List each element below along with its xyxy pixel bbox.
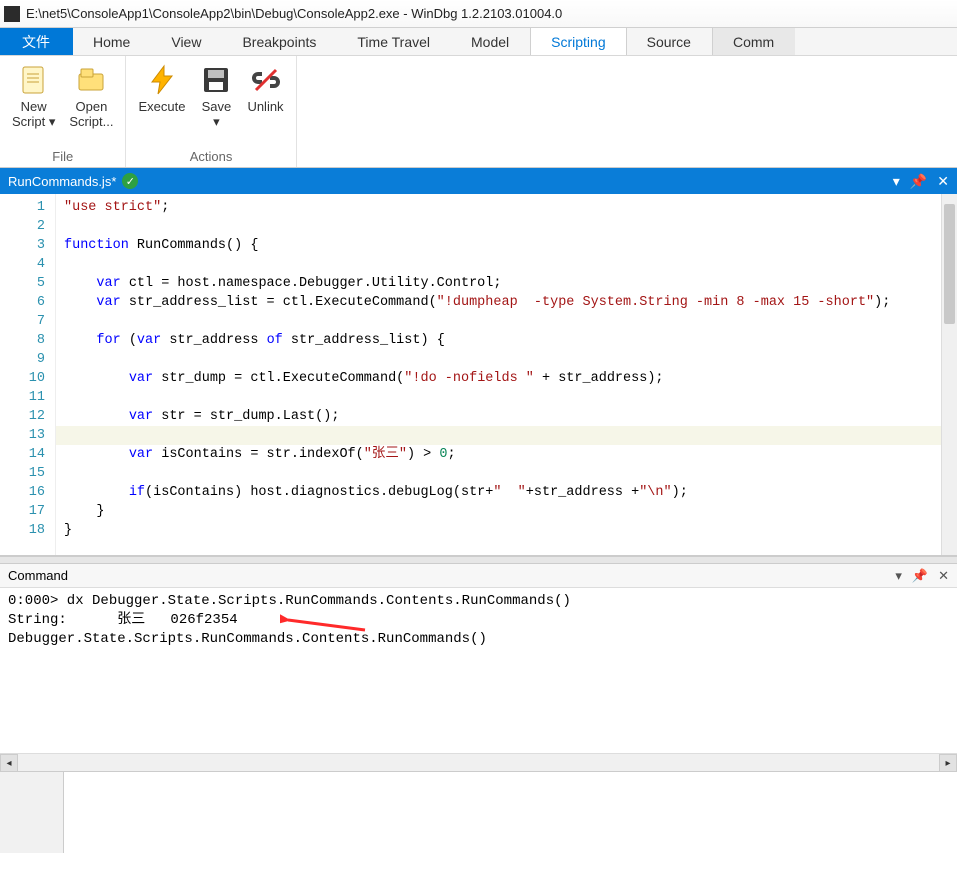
code-line[interactable]: var str_dump = ctl.ExecuteCommand("!do -… — [64, 369, 957, 388]
script-new-icon — [18, 64, 50, 96]
tab-scripting[interactable]: Scripting — [530, 28, 626, 55]
line-number: 17 — [0, 502, 45, 521]
code-line[interactable] — [56, 426, 957, 445]
code-line[interactable]: var str_address_list = ctl.ExecuteComman… — [64, 293, 957, 312]
line-number: 1 — [0, 198, 45, 217]
line-number: 8 — [0, 331, 45, 350]
line-number: 2 — [0, 217, 45, 236]
ribbon-button-label: NewScript ▾ — [12, 100, 55, 130]
code-line[interactable] — [64, 464, 957, 483]
splitter[interactable] — [0, 556, 957, 564]
vertical-scrollbar[interactable] — [941, 194, 957, 555]
status-ok-icon: ✓ — [122, 173, 138, 189]
dropdown-icon[interactable]: ▾ — [893, 173, 900, 190]
command-output-line: Debugger.State.Scripts.RunCommands.Conte… — [8, 630, 949, 649]
line-number: 14 — [0, 445, 45, 464]
ribbon-button-label: Execute — [138, 100, 185, 115]
ribbon-group-file: NewScript ▾ OpenScript... File — [0, 56, 126, 167]
line-number: 3 — [0, 236, 45, 255]
tab-breakpoints[interactable]: Breakpoints — [222, 28, 337, 55]
code-line[interactable] — [64, 350, 957, 369]
close-icon[interactable]: ✕ — [937, 173, 949, 190]
line-number: 9 — [0, 350, 45, 369]
code-area[interactable]: "use strict"; function RunCommands() { v… — [56, 194, 957, 555]
code-line[interactable] — [64, 217, 957, 236]
scrollbar-thumb[interactable] — [944, 204, 955, 324]
code-line[interactable]: var ctl = host.namespace.Debugger.Utilit… — [64, 274, 957, 293]
code-line[interactable] — [64, 255, 957, 274]
unlink-icon — [250, 64, 282, 96]
save-button[interactable]: Save▾ — [193, 60, 239, 147]
close-icon[interactable]: ✕ — [938, 568, 949, 584]
unlink-button[interactable]: Unlink — [241, 60, 289, 147]
line-number: 16 — [0, 483, 45, 502]
command-output-line: String: 张三 026f2354 — [8, 611, 949, 630]
code-editor[interactable]: 123456789101112131415161718 "use strict"… — [0, 194, 957, 556]
pin-icon[interactable]: 📌 — [910, 173, 927, 190]
titlebar: E:\net5\ConsoleApp1\ConsoleApp2\bin\Debu… — [0, 0, 957, 28]
code-line[interactable]: } — [64, 502, 957, 521]
tab-file[interactable]: 文件 — [0, 28, 73, 55]
command-output-line: 0:000> dx Debugger.State.Scripts.RunComm… — [8, 592, 949, 611]
line-number: 4 — [0, 255, 45, 274]
ribbon-group-title: Actions — [132, 147, 289, 167]
code-line[interactable]: "use strict"; — [64, 198, 957, 217]
line-gutter: 123456789101112131415161718 — [0, 194, 56, 555]
execute-button[interactable]: Execute — [132, 60, 191, 147]
ribbon: NewScript ▾ OpenScript... File Execute Save▾… — [0, 56, 957, 168]
tab-model[interactable]: Model — [451, 28, 530, 55]
ribbon-group-title: File — [6, 147, 119, 167]
line-number: 10 — [0, 369, 45, 388]
code-line[interactable]: } — [64, 521, 957, 540]
tab-source[interactable]: Source — [627, 28, 712, 55]
command-input[interactable] — [64, 772, 957, 853]
code-line[interactable]: function RunCommands() { — [64, 236, 957, 255]
dropdown-icon[interactable]: ▾ — [895, 568, 902, 584]
tab-home[interactable]: Home — [73, 28, 151, 55]
ribbon-button-label: Unlink — [247, 100, 283, 115]
scroll-right-icon[interactable]: ▸ — [939, 754, 957, 772]
line-number: 11 — [0, 388, 45, 407]
command-input-row — [0, 771, 957, 853]
line-number: 15 — [0, 464, 45, 483]
ribbon-group-actions: Execute Save▾ Unlink Actions — [126, 56, 296, 167]
code-line[interactable]: if(isContains) host.diagnostics.debugLog… — [64, 483, 957, 502]
window-title: E:\net5\ConsoleApp1\ConsoleApp2\bin\Debu… — [26, 6, 562, 21]
code-line[interactable]: var str = str_dump.Last(); — [64, 407, 957, 426]
script-open-icon — [75, 64, 107, 96]
ribbon-tabs: 文件HomeViewBreakpointsTime TravelModelScr… — [0, 28, 957, 56]
open-button[interactable]: OpenScript... — [63, 60, 119, 147]
ribbon-button-label: Save▾ — [202, 100, 232, 130]
document-filename: RunCommands.js* — [8, 174, 116, 189]
code-line[interactable]: var isContains = str.indexOf("张三") > 0; — [64, 445, 957, 464]
command-panel-title: Command — [8, 568, 68, 583]
scroll-left-icon[interactable]: ◂ — [0, 754, 18, 772]
line-number: 18 — [0, 521, 45, 540]
line-number: 12 — [0, 407, 45, 426]
save-icon — [200, 64, 232, 96]
app-icon — [4, 6, 20, 22]
tab-comm[interactable]: Comm — [712, 28, 795, 55]
ribbon-button-label: OpenScript... — [69, 100, 113, 130]
new-button[interactable]: NewScript ▾ — [6, 60, 61, 147]
code-line[interactable] — [64, 388, 957, 407]
command-panel-header: Command ▾ 📌 ✕ — [0, 564, 957, 588]
code-line[interactable] — [64, 312, 957, 331]
horizontal-scrollbar[interactable]: ◂ ▸ — [0, 753, 957, 771]
bolt-icon — [146, 64, 178, 96]
line-number: 6 — [0, 293, 45, 312]
command-input-side — [0, 772, 64, 853]
pin-icon[interactable]: 📌 — [912, 568, 928, 584]
line-number: 7 — [0, 312, 45, 331]
code-line[interactable]: for (var str_address of str_address_list… — [64, 331, 957, 350]
document-header: RunCommands.js* ✓ ▾ 📌 ✕ — [0, 168, 957, 194]
line-number: 13 — [0, 426, 45, 445]
line-number: 5 — [0, 274, 45, 293]
command-output[interactable]: 0:000> dx Debugger.State.Scripts.RunComm… — [0, 588, 957, 753]
tab-time-travel[interactable]: Time Travel — [337, 28, 451, 55]
tab-view[interactable]: View — [151, 28, 222, 55]
